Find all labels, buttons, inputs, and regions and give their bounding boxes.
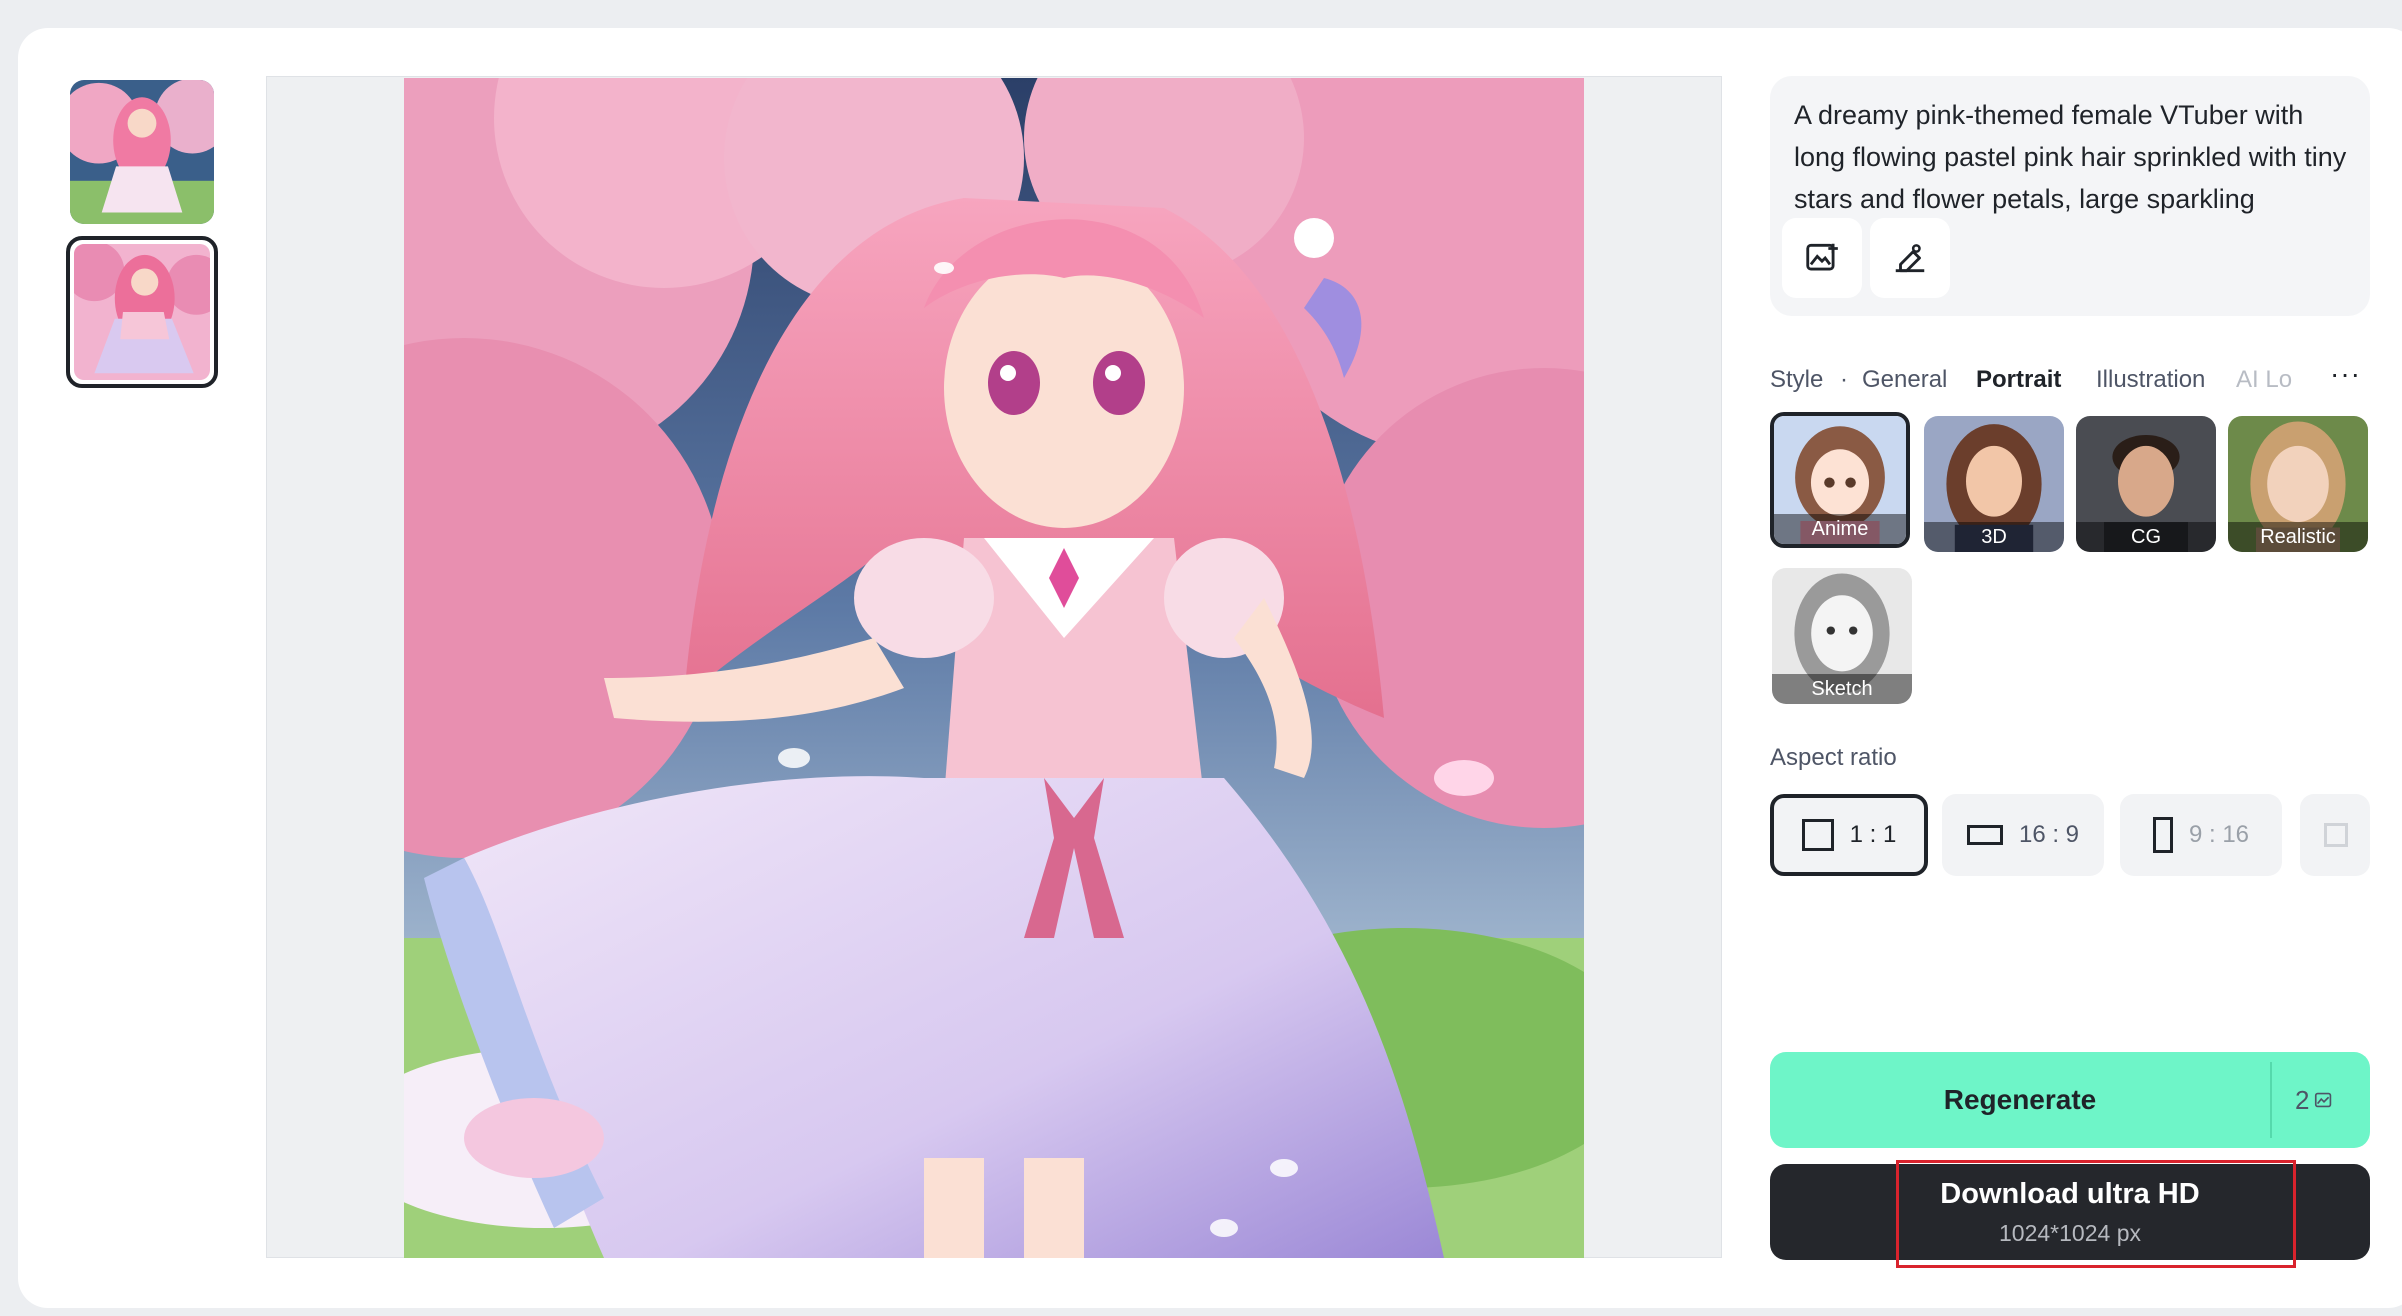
divider [2270, 1062, 2272, 1138]
image-credit-icon [2315, 1092, 2332, 1108]
ratio-1-1-button[interactable]: 1 : 1 [1770, 794, 1928, 876]
preset-label: Anime [1774, 514, 1906, 544]
style-label: Style [1770, 366, 1824, 393]
style-preset-anime[interactable]: Anime [1770, 412, 1910, 548]
ratio-9-16-button[interactable]: 9 : 16 [2120, 794, 2282, 876]
download-ultra-hd-button[interactable]: Download ultra HD 1024*1024 px [1770, 1164, 2370, 1260]
style-preset-3d[interactable]: 3D [1924, 416, 2064, 552]
regenerate-label: Regenerate [1943, 1084, 2097, 1115]
ratio-more-button[interactable] [2300, 794, 2370, 876]
tab-portrait[interactable]: Portrait [1976, 366, 2061, 394]
ratio-label: 16 : 9 [2018, 821, 2080, 848]
aspect-ratio-label: Aspect ratio [1770, 744, 1897, 771]
more-styles-button[interactable]: ··· [2330, 360, 2366, 396]
style-separator: · [1840, 366, 1848, 393]
ratio-partial-icon [2324, 823, 2348, 847]
prompt-panel: A dreamy pink-themed female VTuber with … [1770, 76, 2370, 316]
tab-ai-logo[interactable]: AI Lo [2236, 366, 2292, 394]
style-preset-sketch[interactable]: Sketch [1772, 568, 1912, 704]
credits-indicator: 2 [2295, 1052, 2335, 1148]
image-upload-icon [1806, 243, 1838, 271]
tab-general[interactable]: General [1862, 366, 1947, 394]
preset-label: 3D [1924, 522, 2064, 552]
style-preset-cg[interactable]: CG [2076, 416, 2216, 552]
upload-reference-image-button[interactable] [1782, 218, 1862, 298]
credits-count: 2 [2295, 1085, 2310, 1115]
landscape-icon [1966, 825, 2003, 845]
preset-label: Realistic [2228, 522, 2368, 552]
history-thumbnail-2-selected[interactable] [66, 236, 218, 388]
ratio-label: 1 : 1 [1849, 821, 1897, 848]
download-label: Download ultra HD [1940, 1178, 2200, 1210]
preset-label: Sketch [1772, 674, 1912, 704]
portrait-icon [2152, 817, 2173, 853]
eraser-brush-icon [1895, 244, 1925, 273]
edit-prompt-button[interactable] [1870, 218, 1950, 298]
ratio-16-9-button[interactable]: 16 : 9 [1942, 794, 2104, 876]
generated-image[interactable] [404, 78, 1584, 1258]
ratio-label: 9 : 16 [2188, 821, 2250, 848]
regenerate-button[interactable]: Regenerate 2 [1770, 1052, 2370, 1148]
preset-label: CG [2076, 522, 2216, 552]
style-tabs: Style · General Portrait Illustration AI… [1770, 364, 2370, 400]
style-preset-realistic[interactable]: Realistic [2228, 416, 2368, 552]
square-icon [1801, 819, 1834, 851]
history-thumbnail-1[interactable] [70, 80, 214, 224]
download-resolution: 1024*1024 px [1999, 1220, 2141, 1246]
prompt-textarea[interactable]: A dreamy pink-themed female VTuber with … [1794, 94, 2354, 224]
tab-illustration[interactable]: Illustration [2096, 366, 2205, 394]
